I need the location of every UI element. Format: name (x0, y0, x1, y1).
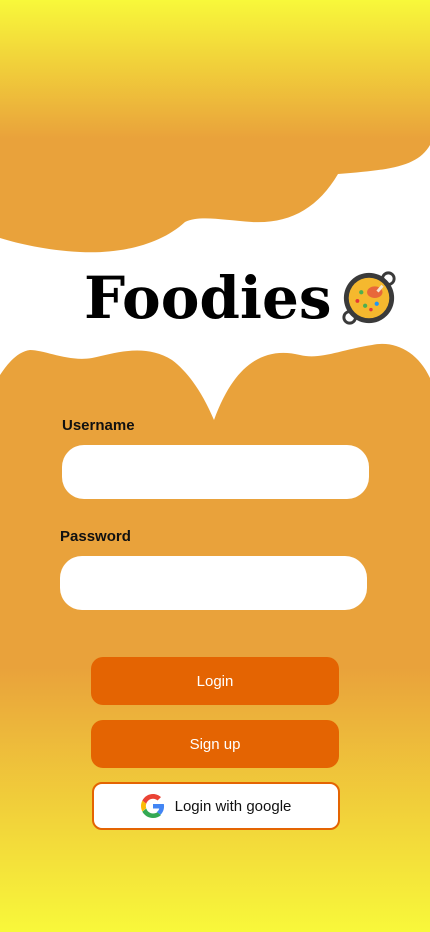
google-icon (140, 794, 164, 818)
brand-header: Foodies (84, 262, 398, 334)
signup-button[interactable]: Sign up (91, 720, 339, 768)
paella-icon (341, 271, 396, 325)
top-blob (0, 0, 430, 253)
username-input[interactable] (62, 445, 369, 499)
app-title: Foodies (84, 264, 332, 332)
password-input[interactable] (60, 556, 367, 610)
google-login-label: Login with google (174, 797, 292, 815)
username-label: Username (62, 417, 135, 434)
password-label: Password (60, 528, 131, 545)
google-login-button[interactable]: Login with google (92, 782, 340, 830)
login-button[interactable]: Login (91, 657, 339, 705)
